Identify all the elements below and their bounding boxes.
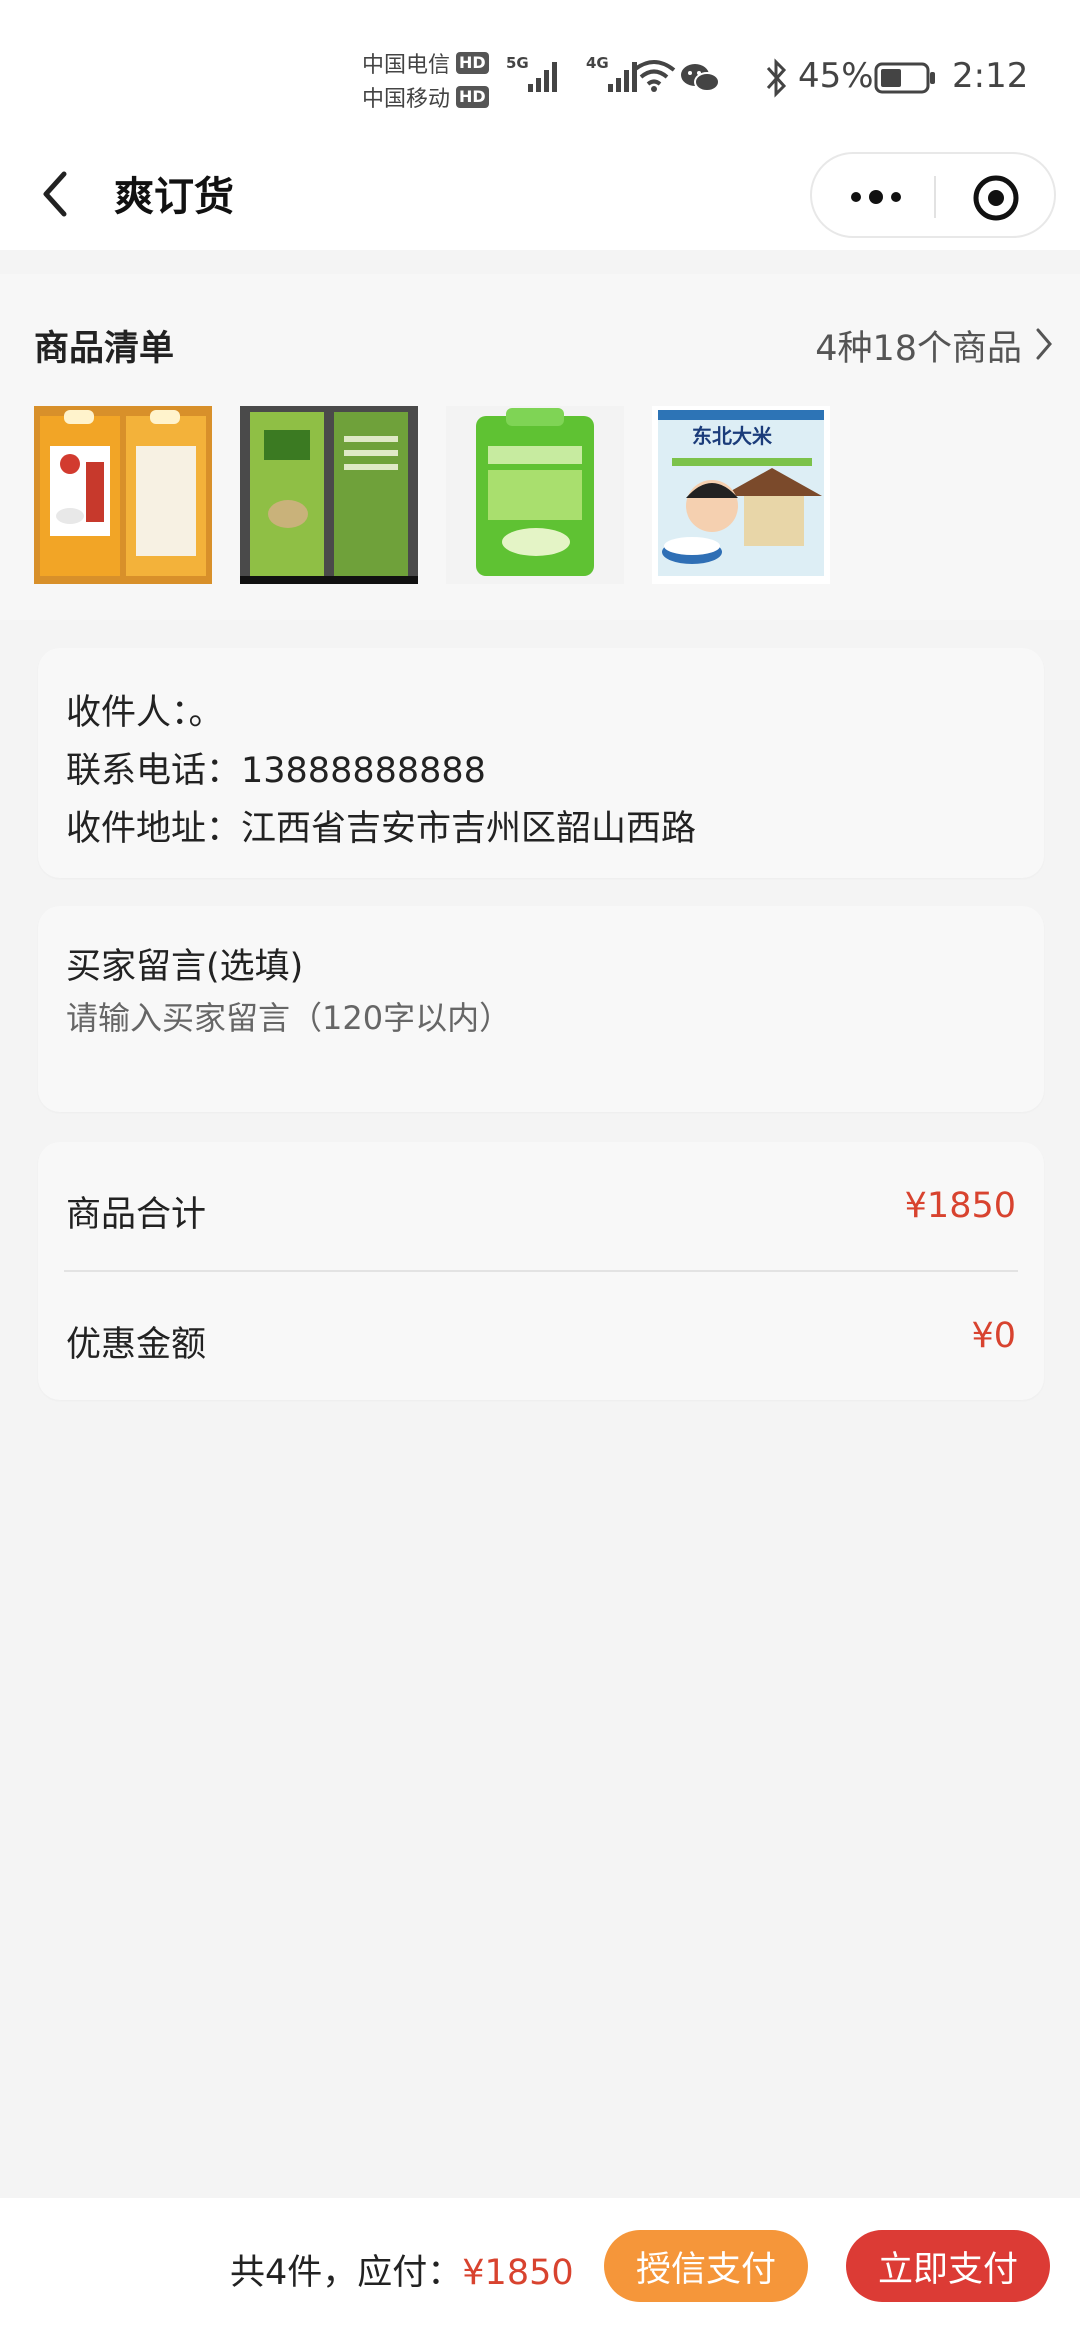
checkout-bar: 共4件，应付：¥1850 授信支付 立即支付 (0, 2198, 1080, 2340)
discount-value: ¥0 (971, 1316, 1016, 1356)
buyer-message-input[interactable] (66, 990, 1006, 1046)
pay-now-button[interactable]: 立即支付 (846, 2230, 1050, 2302)
carrier-info: 中国电信 HD 中国移动 HD (362, 46, 502, 114)
credit-pay-button[interactable]: 授信支付 (604, 2230, 808, 2302)
goods-thumbnail-light-green-rice[interactable] (446, 406, 624, 584)
goods-total-row: 商品合计 ¥1850 (66, 1186, 1016, 1246)
close-miniprogram-icon[interactable] (972, 174, 1020, 222)
order-confirm-page: 中国电信 HD 中国移动 HD 5G 4G 45% 2:12 爽订货 商品清单 … (0, 0, 1080, 2340)
buyer-message-card: 买家留言(选填) (38, 906, 1044, 1112)
battery-icon (874, 62, 935, 94)
payable-price: ¥1850 (462, 2253, 574, 2293)
chevron-right-icon[interactable] (1032, 324, 1056, 364)
hd-badge: HD (456, 52, 489, 74)
discount-label: 优惠金额 (66, 1325, 207, 1365)
goods-thumbnail-orange-rice[interactable] (34, 406, 212, 584)
back-arrow-icon[interactable] (36, 164, 76, 224)
more-dots-icon[interactable] (846, 176, 906, 218)
bluetooth-icon (766, 58, 787, 98)
net-type-label: 5G (506, 54, 529, 72)
goods-count[interactable]: 4种18个商品 (815, 320, 1022, 371)
payable-prefix: 共4件，应付： (230, 2253, 463, 2293)
price-summary-card: 商品合计 ¥1850 优惠金额 ¥0 (38, 1142, 1044, 1400)
address-card[interactable]: 收件人：。 联系电话：13888888888 收件地址：江西省吉安市吉州区韶山西… (38, 648, 1044, 878)
carrier-2: 中国移动 (362, 87, 451, 112)
clock: 2:12 (952, 56, 1029, 96)
discount-row: 优惠金额 ¥0 (66, 1316, 1016, 1376)
status-bar: 中国电信 HD 中国移动 HD 5G 4G 45% 2:12 (0, 0, 1080, 140)
goods-thumbnail-dongbei-rice[interactable]: 东北大米 (652, 406, 830, 584)
buyer-message-label: 买家留言(选填) (66, 947, 304, 987)
payable-total: 共4件，应付：¥1850 (230, 2244, 574, 2295)
wifi-icon (632, 60, 676, 92)
carrier-1: 中国电信 (362, 53, 451, 78)
hd-badge: HD (456, 86, 489, 108)
page-title: 爽订货 (114, 174, 234, 220)
goods-list-title: 商品清单 (34, 329, 175, 369)
net-type-label: 4G (586, 54, 609, 72)
receiver-phone: 联系电话：13888888888 (66, 751, 486, 791)
receiver-address: 收件地址：江西省吉安市吉州区韶山西路 (66, 809, 697, 849)
summary-divider (64, 1270, 1018, 1272)
goods-total-label: 商品合计 (66, 1195, 207, 1235)
receiver-name: 收件人：。 (66, 693, 224, 733)
thumbnail-label: 东北大米 (692, 424, 772, 448)
goods-total-value: ¥1850 (904, 1186, 1016, 1226)
miniprogram-capsule (810, 152, 1056, 238)
goods-thumbnails: 东北大米 (34, 406, 830, 584)
capsule-divider (934, 176, 936, 218)
goods-list-section[interactable]: 商品清单 4种18个商品 东北大米 (0, 274, 1080, 620)
nav-bar: 爽订货 (0, 140, 1080, 250)
wechat-icon (681, 64, 720, 92)
battery-percent: 45% (798, 56, 874, 96)
goods-thumbnail-green-rice[interactable] (240, 406, 418, 584)
signal-5g-icon: 5G (506, 54, 562, 100)
